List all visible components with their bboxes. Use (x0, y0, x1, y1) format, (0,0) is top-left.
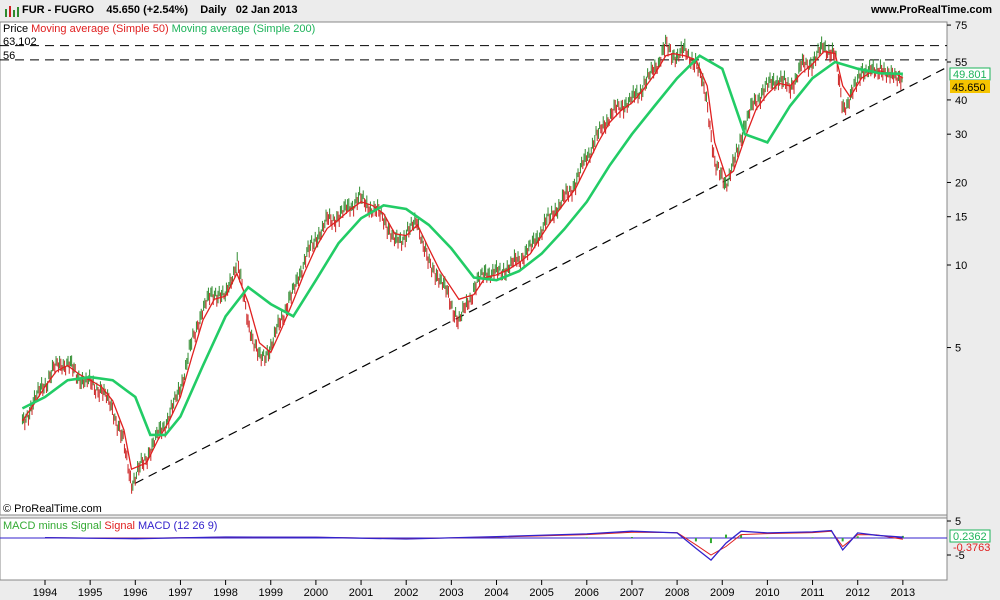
x-tick-label: 2009 (710, 587, 734, 599)
last-price-label: 45.650 (952, 82, 986, 94)
x-tick-label: 2010 (755, 587, 779, 599)
x-tick-label: 2002 (394, 587, 418, 599)
level-label-high: 63.102 (3, 36, 37, 48)
legend-ma50: Moving average (Simple 50) (31, 23, 169, 35)
macd-legend: MACD minus Signal Signal MACD (12 26 9) (3, 520, 217, 532)
macd-tick-label: 5 (955, 516, 961, 528)
chart-canvas[interactable]: Price Moving average (Simple 50) Moving av… (0, 0, 1000, 600)
y-tick-label: 5 (955, 343, 961, 355)
y-tick-label: 40 (955, 95, 967, 107)
y-tick-label: 55 (955, 57, 967, 69)
macd-legend-signal: Signal (104, 520, 135, 532)
x-tick-label: 2013 (891, 587, 915, 599)
price-panel[interactable] (0, 21, 948, 516)
y-tick-label: 15 (955, 212, 967, 224)
x-tick-label: 2011 (801, 587, 825, 599)
x-tick-label: 1995 (78, 587, 102, 599)
x-tick-label: 2012 (845, 587, 869, 599)
macd-legend-hist: MACD minus Signal (3, 520, 101, 532)
x-tick-label: 2006 (575, 587, 599, 599)
x-tick-label: 1999 (259, 587, 283, 599)
ma200-value-label: 49.801 (953, 69, 987, 81)
x-tick-label: 2008 (665, 587, 689, 599)
legend-ma200: Moving average (Simple 200) (172, 23, 316, 35)
x-tick-label: 2004 (484, 587, 508, 599)
legend-price: Price Moving average (Simple 50) Moving av… (3, 23, 315, 35)
legend-price-label: Price (3, 23, 28, 35)
x-tick-label: 1998 (213, 587, 237, 599)
x-tick-label: 2007 (620, 587, 644, 599)
x-tick-label: 1994 (33, 587, 57, 599)
x-tick-label: 1997 (168, 587, 192, 599)
y-tick-label: 30 (955, 129, 967, 141)
x-tick-label: 2003 (439, 587, 463, 599)
x-tick-label: 2000 (304, 587, 328, 599)
macd-legend-macd: MACD (12 26 9) (138, 520, 217, 532)
y-tick-label: 75 (955, 20, 967, 32)
copyright: © ProRealTime.com (3, 503, 102, 515)
x-tick-label: 2005 (529, 587, 553, 599)
signal-value-label: -0.3763 (953, 542, 990, 554)
x-tick-label: 1996 (123, 587, 147, 599)
y-tick-label: 20 (955, 177, 967, 189)
x-tick-label: 2001 (349, 587, 373, 599)
y-tick-label: 10 (955, 260, 967, 272)
